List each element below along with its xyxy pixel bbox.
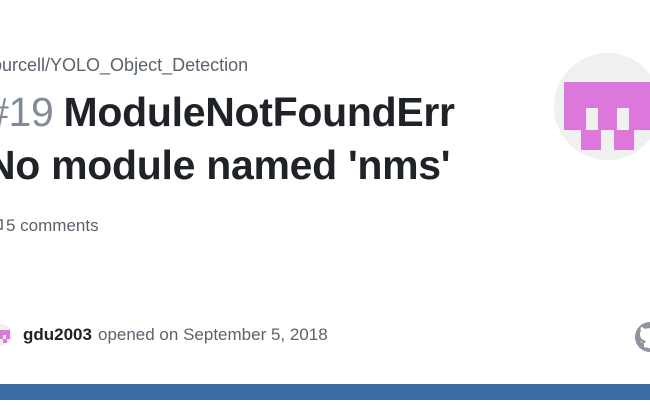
- author-avatar-small[interactable]: [0, 324, 12, 346]
- comments-count[interactable]: 5 comments: [0, 216, 99, 236]
- issue-title-line-2: No module named 'nms': [0, 142, 451, 188]
- identicon-avatar-large: [564, 82, 650, 150]
- author-avatar-large: [554, 53, 650, 160]
- identicon-avatar-small: [0, 330, 10, 343]
- issue-opened-meta: gdu2003 opened on September 5, 2018: [0, 324, 328, 346]
- issue-title-text-1: ModuleNotFoundErr: [63, 89, 455, 135]
- issue-title: #19ModuleNotFoundErr No module named 'nm…: [0, 86, 484, 196]
- opened-date-text: opened on September 5, 2018: [97, 325, 328, 344]
- issue-title-line-1: #19ModuleNotFoundErr: [0, 86, 484, 139]
- issue-number: #19: [0, 89, 54, 135]
- comments-count-label: 5 comments: [6, 216, 99, 235]
- repo-path-link[interactable]: ourcell/YOLO_Object_Detection: [0, 55, 248, 76]
- github-mark-icon: [634, 321, 650, 353]
- author-link[interactable]: gdu2003: [23, 325, 92, 345]
- bottom-accent-bar: [0, 384, 650, 400]
